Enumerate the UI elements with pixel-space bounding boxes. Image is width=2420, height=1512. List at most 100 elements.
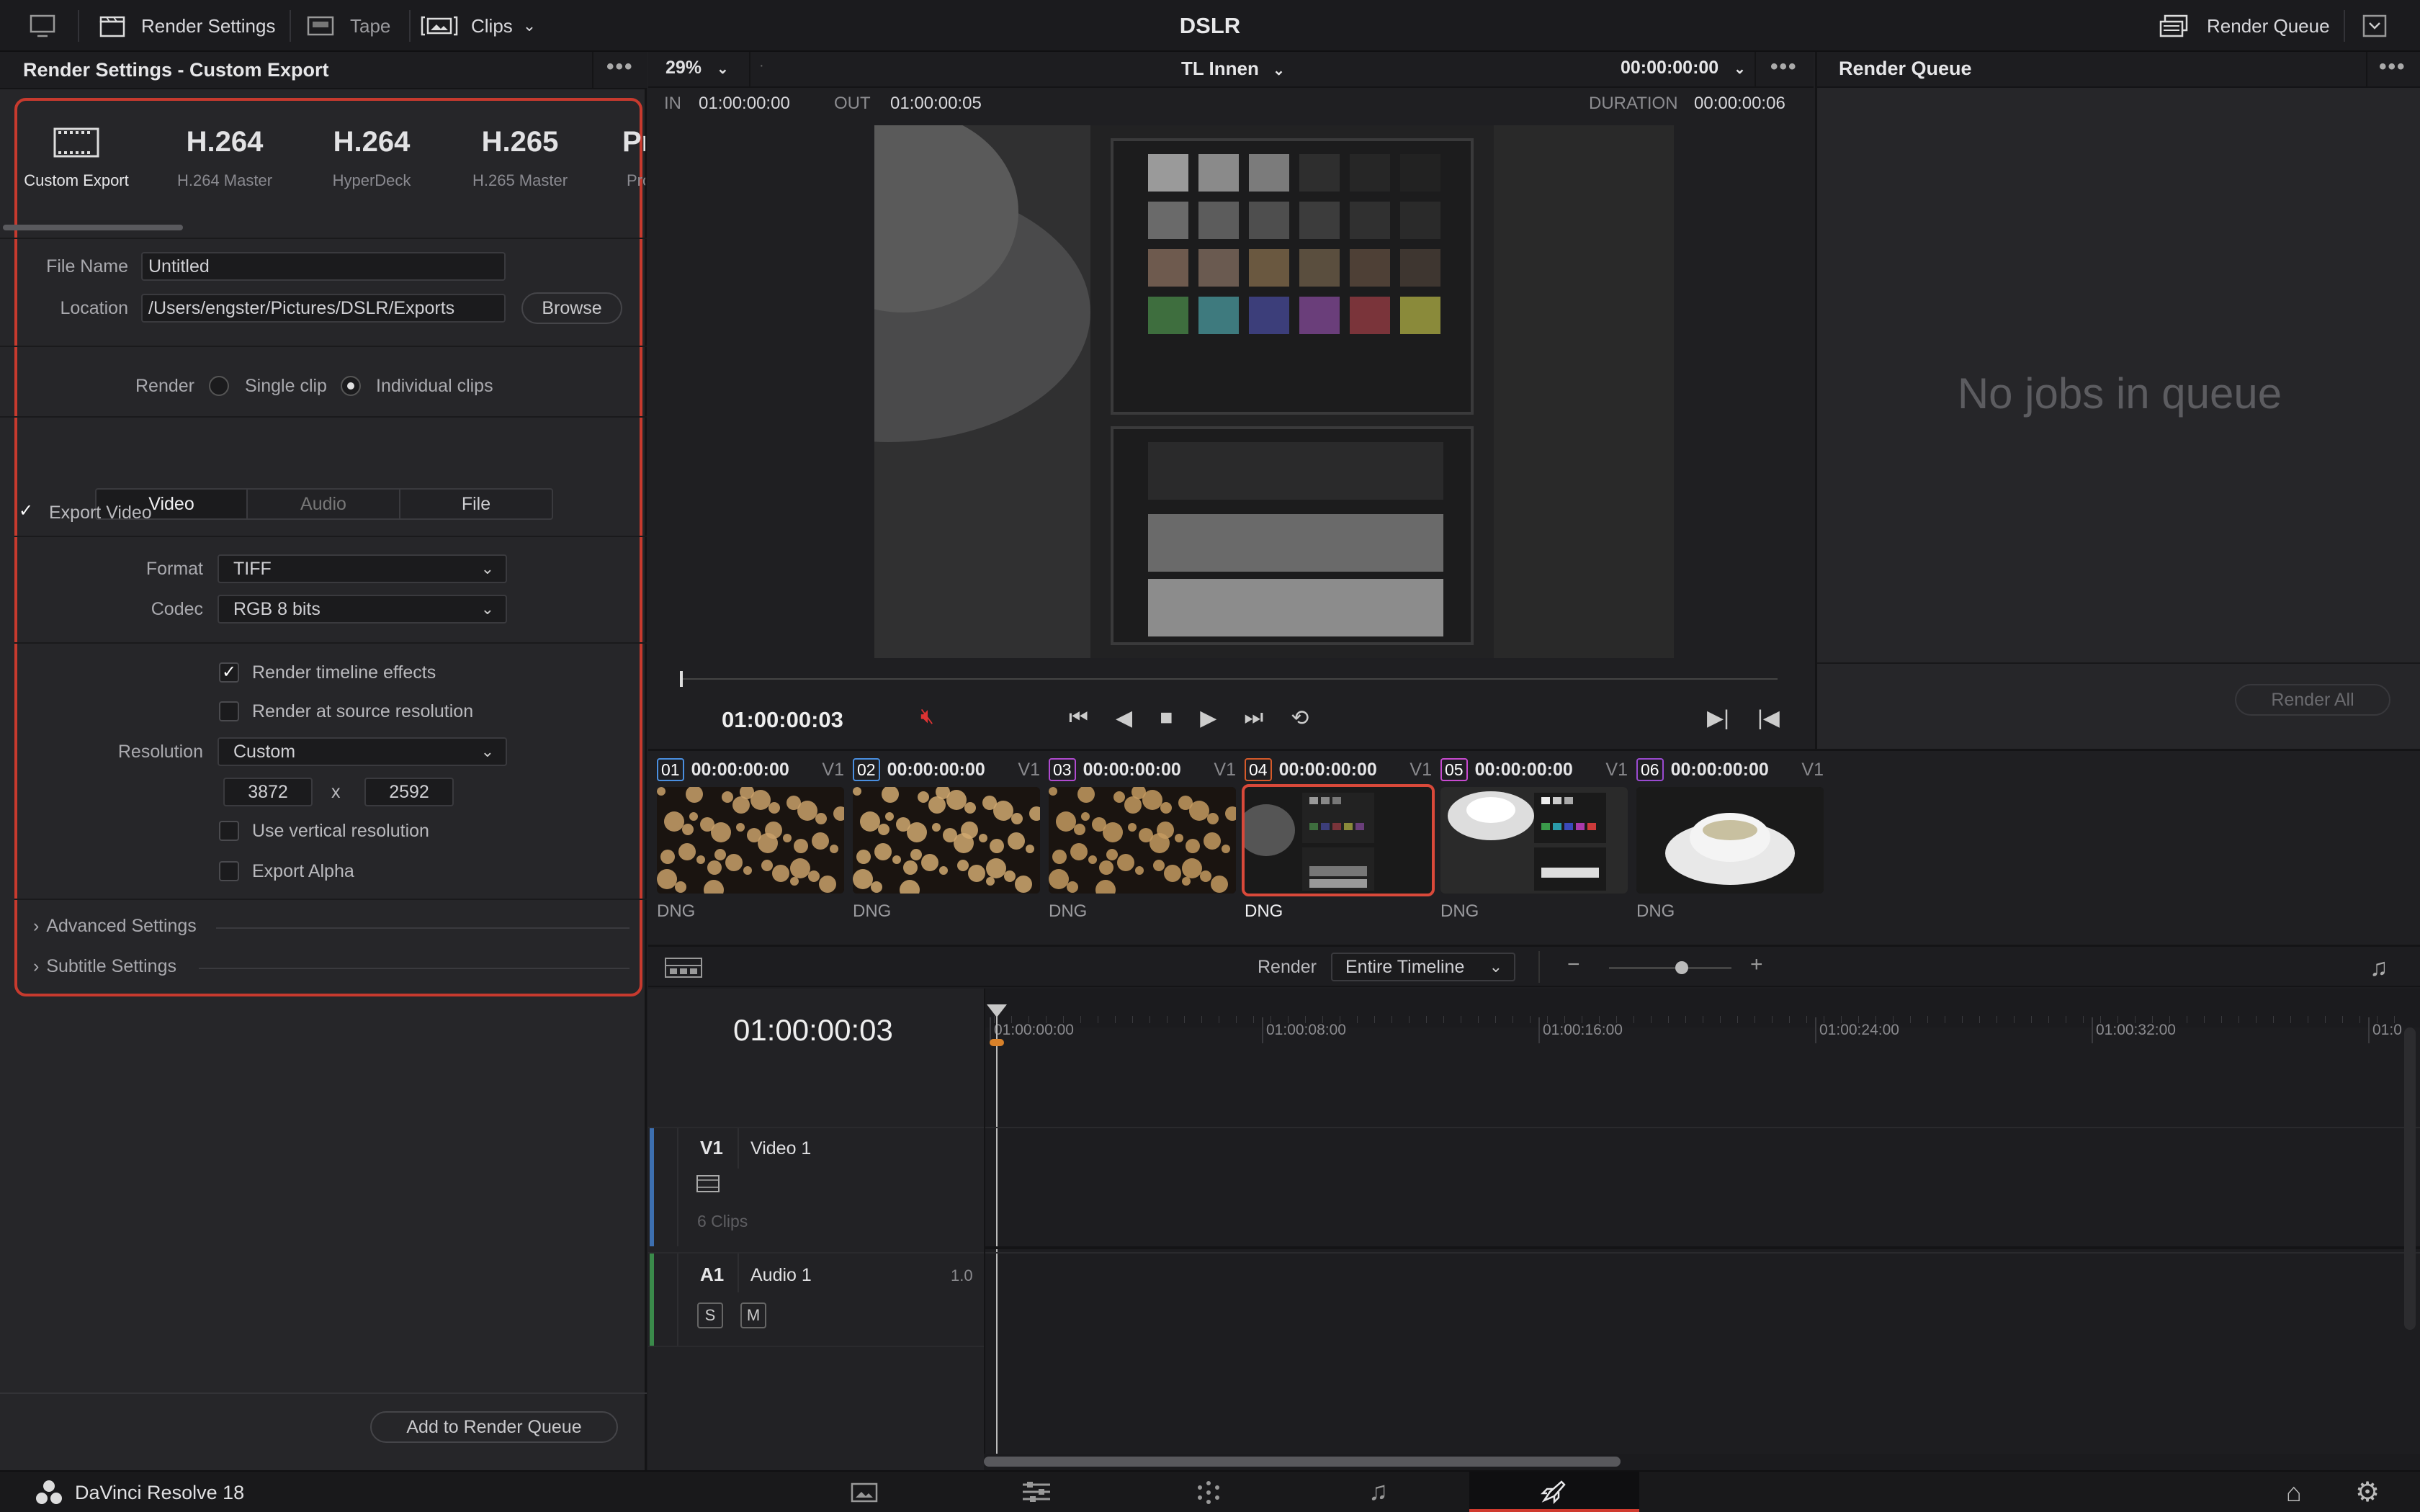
jump-start-icon[interactable]: ⏮︎ bbox=[1069, 706, 1088, 731]
clip-track: V1 bbox=[1801, 759, 1824, 780]
deliver-page-tab[interactable] bbox=[1469, 1472, 1639, 1512]
chevron-down-icon: ⌄ bbox=[480, 742, 494, 760]
prev-clip-icon[interactable]: |◀ bbox=[1757, 706, 1780, 731]
mute-button[interactable]: M bbox=[740, 1302, 766, 1328]
resolution-height-input[interactable]: 2592 bbox=[364, 778, 454, 806]
gear-icon[interactable]: ⚙ bbox=[2355, 1476, 2380, 1508]
clip-timecode: 00:00:00:00 bbox=[1474, 759, 1573, 780]
render-queue-more-icon[interactable]: ••• bbox=[2379, 55, 2406, 79]
vertical-resolution-checkbox[interactable] bbox=[219, 821, 239, 841]
fairlight-page-icon[interactable]: ♫ bbox=[1368, 1476, 1388, 1506]
tab-audio[interactable]: Audio bbox=[246, 488, 400, 520]
location-input[interactable]: /Users/engster/Pictures/DSLR/Exports bbox=[141, 294, 506, 323]
panel-toggle-icon[interactable] bbox=[29, 0, 56, 52]
ruler-minor-tick bbox=[1288, 1016, 1289, 1023]
resolution-select[interactable]: Custom ⌄ bbox=[218, 737, 507, 766]
advanced-settings-toggle[interactable]: › Advanced Settings bbox=[33, 916, 197, 937]
preset-prores[interactable]: Pr ProR bbox=[591, 121, 645, 207]
color-page-icon[interactable] bbox=[1196, 1480, 1222, 1508]
render-range-select[interactable]: Entire Timeline ⌄ bbox=[1331, 953, 1515, 981]
render-source-resolution-checkbox[interactable] bbox=[219, 701, 239, 721]
zoom-select[interactable]: 29% ⌄ bbox=[666, 58, 729, 78]
ruler-minor-tick bbox=[1789, 1016, 1790, 1023]
browse-button[interactable]: Browse bbox=[521, 292, 622, 324]
codec-select[interactable]: RGB 8 bits ⌄ bbox=[218, 595, 507, 624]
clip-thumbnail[interactable] bbox=[657, 787, 844, 894]
ruler-minor-tick bbox=[1616, 1016, 1617, 1023]
timecode-select[interactable]: 00:00:00:00 ⌄ bbox=[1621, 58, 1746, 78]
preset-custom-export[interactable]: Custom Export bbox=[12, 121, 141, 190]
film-track-icon[interactable] bbox=[696, 1174, 720, 1197]
clip-thumbnail[interactable] bbox=[1440, 787, 1628, 894]
ruler-minor-tick bbox=[1754, 1016, 1755, 1023]
edit-page-icon[interactable] bbox=[1021, 1480, 1052, 1507]
a1-label: A1 bbox=[700, 1264, 725, 1285]
mute-icon[interactable]: 🔇︎ bbox=[920, 704, 934, 729]
zoom-in-icon[interactable]: + bbox=[1750, 953, 1763, 977]
clip-thumbnail[interactable] bbox=[1636, 787, 1824, 894]
render-queue-toggle[interactable]: Render Queue bbox=[2159, 0, 2330, 52]
clip-thumbnail[interactable] bbox=[1242, 784, 1435, 896]
export-alpha-checkbox[interactable] bbox=[219, 861, 239, 881]
individual-clips-radio[interactable] bbox=[341, 376, 361, 396]
single-clip-radio[interactable] bbox=[209, 376, 229, 396]
collapse-toggle-icon[interactable] bbox=[2362, 0, 2387, 52]
format-select[interactable]: TIFF ⌄ bbox=[218, 554, 507, 583]
clip-thumbnail[interactable] bbox=[1049, 787, 1236, 894]
render-timeline-effects-checkbox[interactable]: ✓ bbox=[219, 662, 239, 683]
empty-queue-text: No jobs in queue bbox=[1957, 369, 2282, 418]
ruler-minor-tick bbox=[2204, 1016, 2205, 1023]
add-to-render-queue-button[interactable]: Add to Render Queue bbox=[370, 1411, 618, 1443]
clip-thumbnail[interactable] bbox=[853, 787, 1040, 894]
presets-scrollbar[interactable] bbox=[3, 225, 183, 230]
preset-label: Custom Export bbox=[24, 171, 129, 189]
more-options-icon[interactable]: ••• bbox=[606, 55, 634, 79]
location-label: Location bbox=[60, 298, 128, 318]
clip-timecode: 00:00:00:00 bbox=[1278, 759, 1377, 780]
zoom-slider[interactable] bbox=[1609, 967, 1731, 969]
in-label: IN bbox=[664, 94, 681, 113]
marker[interactable] bbox=[990, 1039, 1004, 1046]
vertical-resolution-label: Use vertical resolution bbox=[252, 821, 429, 841]
resolution-width-input[interactable]: 3872 bbox=[223, 778, 313, 806]
timeline-vertical-scrollbar[interactable] bbox=[2404, 1027, 2416, 1330]
scrubber-playhead[interactable] bbox=[680, 671, 683, 687]
tape-toggle[interactable]: Tape bbox=[307, 0, 390, 52]
tab-file[interactable]: File bbox=[399, 488, 553, 520]
loop-icon[interactable]: ⟲ bbox=[1291, 706, 1309, 731]
jump-end-icon[interactable]: ⏭︎ bbox=[1244, 706, 1263, 731]
preset-hyperdeck[interactable]: H.264 HyperDeck bbox=[307, 121, 436, 190]
render-all-button[interactable]: Render All bbox=[2235, 684, 2390, 716]
music-note-icon[interactable]: ♫ bbox=[2370, 954, 2388, 982]
ruler-minor-tick bbox=[1270, 1016, 1271, 1023]
timeline-horizontal-scrollbar[interactable] bbox=[984, 1457, 1621, 1467]
export-video-checkbox[interactable]: ✓ bbox=[16, 503, 36, 523]
reverse-play-icon[interactable]: ◀ bbox=[1116, 706, 1132, 731]
zoom-slider-handle[interactable] bbox=[1675, 961, 1688, 974]
subtitle-settings-toggle[interactable]: › Subtitle Settings bbox=[33, 956, 176, 977]
play-icon[interactable]: ▶ bbox=[1200, 706, 1216, 731]
zoom-value: 29% bbox=[666, 58, 702, 78]
ruler-minor-tick bbox=[2238, 1016, 2239, 1023]
clip-timecode: 00:00:00:00 bbox=[887, 759, 985, 780]
file-name-input[interactable]: Untitled bbox=[141, 252, 506, 281]
stop-icon[interactable]: ■ bbox=[1160, 706, 1173, 731]
clips-toggle[interactable]: Clips ⌄ bbox=[421, 0, 536, 52]
render-settings-title: Render Settings - Custom Export bbox=[23, 59, 329, 81]
ruler-minor-tick bbox=[1236, 1016, 1237, 1023]
clip-timecode: 00:00:00:00 bbox=[1670, 759, 1769, 780]
ruler-tick-label: 01:0 bbox=[2372, 1022, 2402, 1038]
timeline-select[interactable]: TL Innen ⌄ bbox=[1181, 58, 1285, 80]
next-clip-icon[interactable]: ▶| bbox=[1707, 706, 1729, 731]
preset-h265-master[interactable]: H.265 H.265 Master bbox=[455, 121, 585, 190]
solo-button[interactable]: S bbox=[697, 1302, 723, 1328]
viewer-more-icon[interactable]: ••• bbox=[1770, 55, 1798, 79]
home-icon[interactable]: ⌂ bbox=[2286, 1477, 2302, 1508]
zoom-out-icon[interactable]: − bbox=[1567, 953, 1580, 977]
top-toolbar: Render Settings Tape Clips ⌄ DSLR Render… bbox=[0, 0, 2420, 52]
preset-h264-master[interactable]: H.264 H.264 Master bbox=[160, 121, 290, 190]
timeline-view-icon[interactable] bbox=[664, 957, 703, 982]
render-settings-toggle[interactable]: Render Settings bbox=[99, 0, 275, 52]
clip-header: 04 00:00:00:00 V1 bbox=[1245, 757, 1439, 782]
media-page-icon[interactable] bbox=[850, 1480, 879, 1507]
